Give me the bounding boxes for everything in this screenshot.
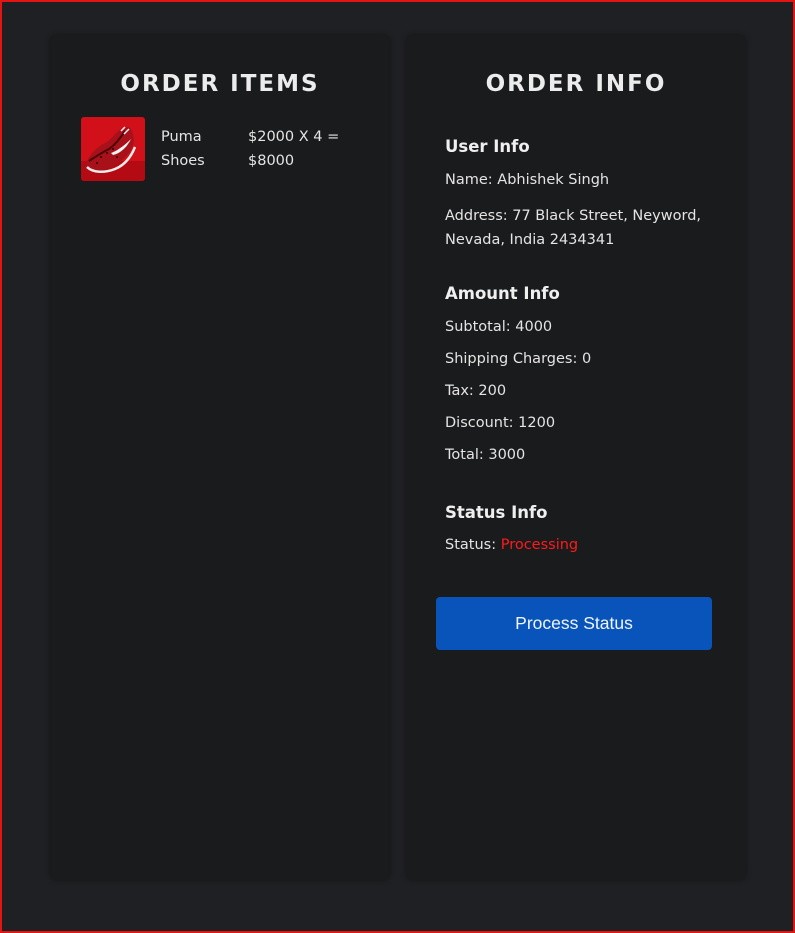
subtotal-value: Subtotal: 4000 xyxy=(445,319,553,335)
status-info-heading: Status Info xyxy=(445,503,548,522)
order-info-panel: ORDER INFO User Info Name: Abhishek Sing… xyxy=(406,35,746,880)
status-line: Status: Processing xyxy=(445,537,725,553)
item-price-total: $2000 X 4 = $8000 xyxy=(248,129,340,169)
total-value: Total: 3000 xyxy=(445,447,526,463)
amount-info-heading: Amount Info xyxy=(445,284,560,303)
red-sneaker-image xyxy=(81,117,145,181)
order-info-title: ORDER INFO xyxy=(485,71,667,97)
shipping-charges-value: Shipping Charges: 0 xyxy=(445,351,592,367)
order-item-row[interactable]: Puma Shoes $2000 X 4 = $8000 xyxy=(81,117,371,187)
status-badge: Processing xyxy=(500,537,579,553)
status-label: Status: xyxy=(445,537,497,553)
user-info-heading: User Info xyxy=(445,137,530,156)
item-name-link[interactable]: Puma Shoes xyxy=(161,125,231,173)
discount-value: Discount: 1200 xyxy=(445,415,556,431)
user-address: Address: 77 Black Street, Neyword, Nevad… xyxy=(445,208,702,248)
tax-value: Tax: 200 xyxy=(445,383,507,399)
user-name: Name: Abhishek Singh xyxy=(445,172,610,188)
process-status-button[interactable]: Process Status xyxy=(436,597,712,650)
order-items-panel: ORDER ITEMS Puma Shoes $2000 X 4 = $8000 xyxy=(50,35,390,880)
order-items-title: ORDER ITEMS xyxy=(120,71,320,97)
